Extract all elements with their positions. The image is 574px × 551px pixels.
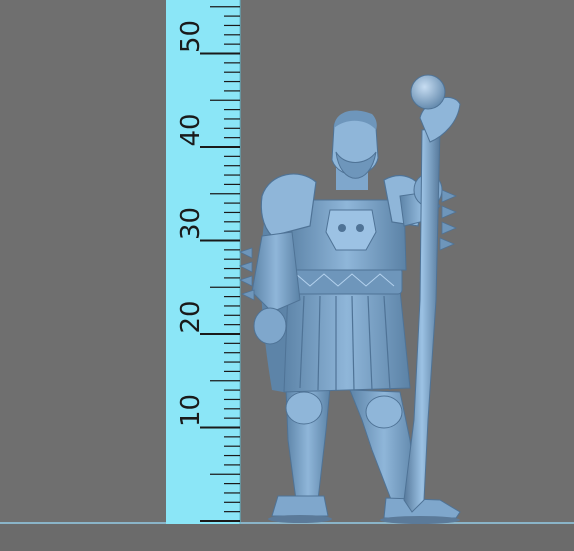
chest-beast-emblem [325,209,377,251]
emblem-eye-left [338,224,346,232]
left-boot [271,495,329,517]
left-knee-guard [285,391,323,425]
warrior-miniature-icon [238,74,461,524]
ruler-label: 10 [176,394,206,427]
ruler-label: 20 [176,300,206,333]
ruler-label: 40 [176,113,206,146]
armored-skirt [283,289,411,393]
belt [289,267,403,295]
right-knee-guard [365,395,403,429]
ruler-label: 30 [176,207,206,240]
ruler-label: 50 [176,20,206,53]
left-arm [251,231,301,313]
measuring-ruler: 10 20 30 40 50 [166,0,241,524]
gauntlet-spikes [238,247,255,301]
staff-spikes [439,189,458,251]
ruler-body [166,0,240,524]
staff-orb [410,74,446,110]
left-fist [253,307,287,345]
base-shadow-left [268,515,332,523]
left-pauldron [260,173,317,237]
emblem-eye-right [356,224,364,232]
base-shadow-right [380,516,460,524]
scene: 10 20 30 40 50 [166,0,461,524]
